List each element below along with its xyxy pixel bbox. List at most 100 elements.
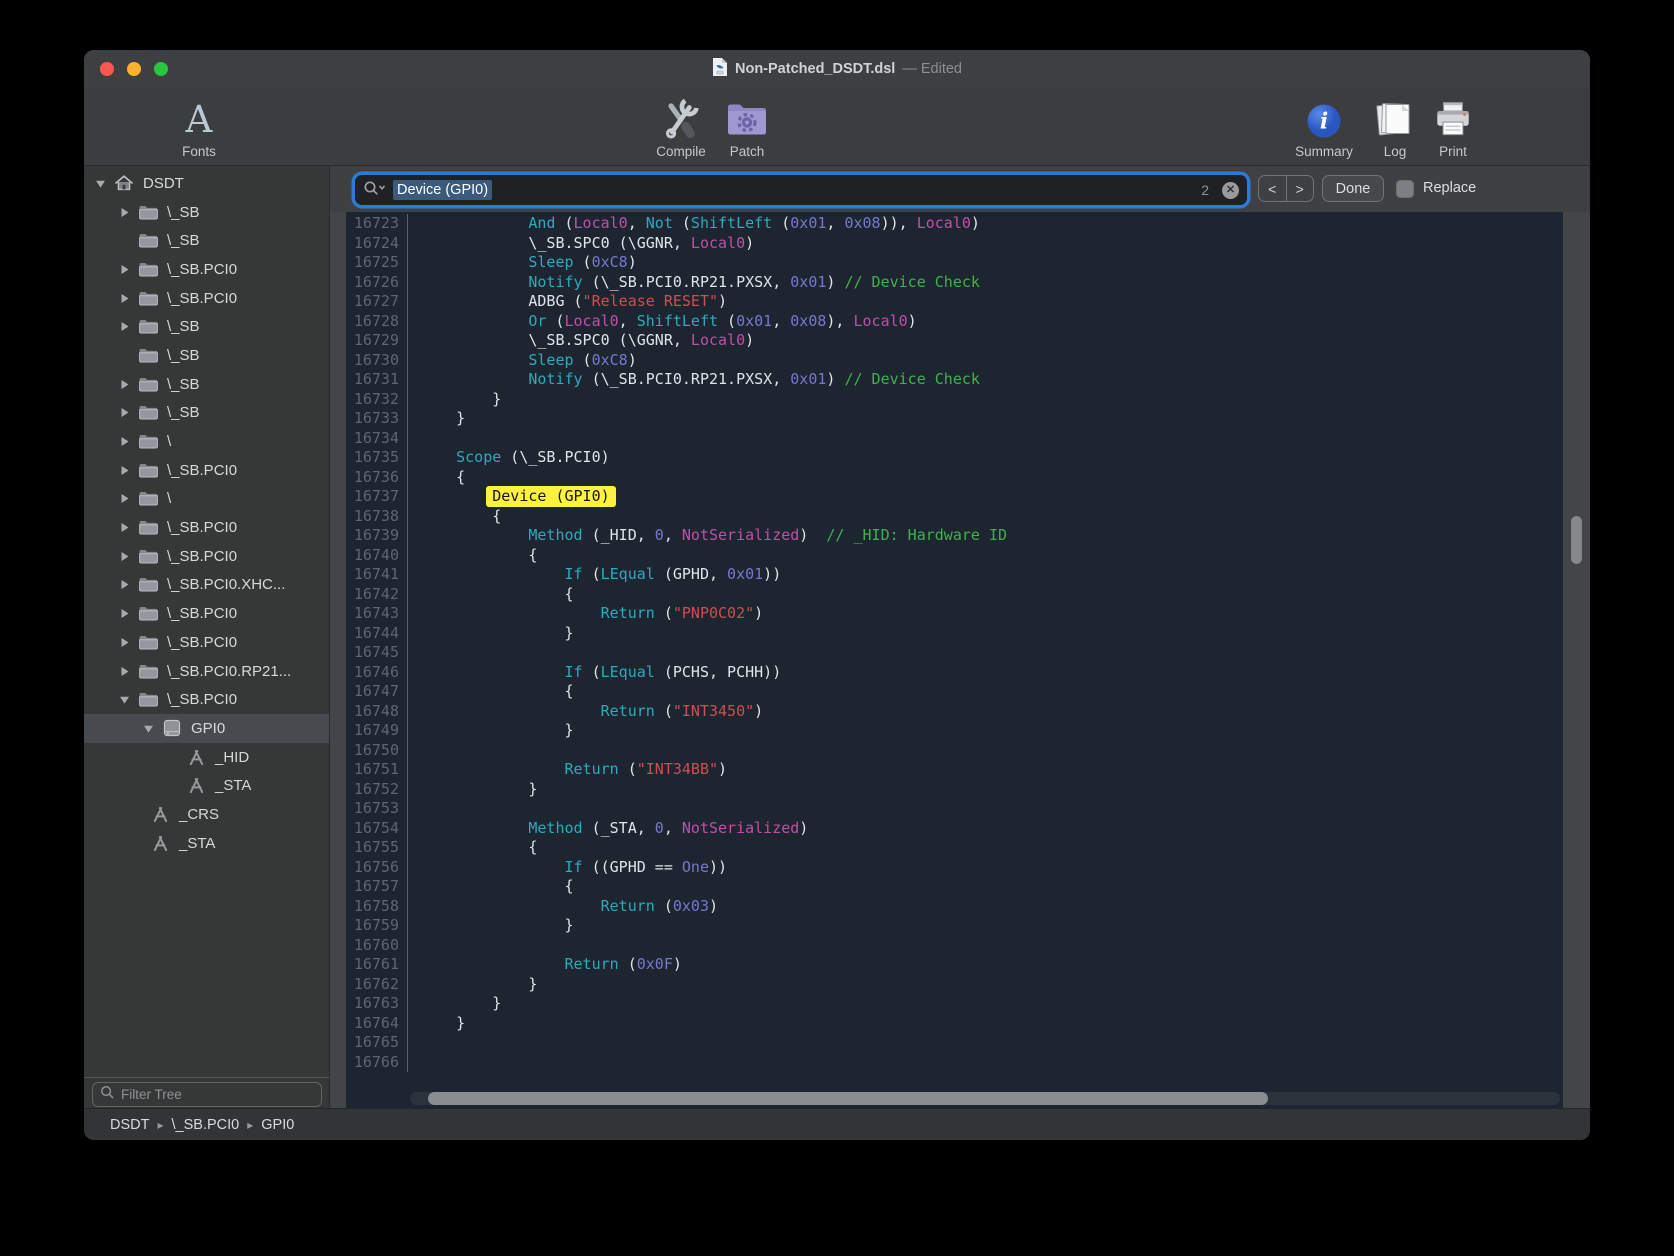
search-options-icon[interactable] <box>363 180 387 201</box>
replace-checkbox[interactable] <box>1396 180 1414 198</box>
tree-item-sb-pci0[interactable]: \_SB.PCI0 <box>84 542 329 571</box>
disclosure-triangle[interactable] <box>116 319 132 335</box>
tree-item-[interactable]: \ <box>84 427 329 456</box>
code-line-text: Scope (\_SB.PCI0) <box>408 448 1563 468</box>
tree-item-sb[interactable]: \_SB <box>84 341 329 370</box>
breadcrumb-item[interactable]: \_SB.PCI0 <box>172 1117 240 1133</box>
tree-item-crs[interactable]: _CRS <box>84 800 329 829</box>
disclosure-triangle[interactable] <box>116 606 132 622</box>
code-token: } <box>528 780 537 798</box>
tree-item-sb-pci0[interactable]: \_SB.PCI0 <box>84 685 329 714</box>
done-button[interactable]: Done <box>1322 175 1384 202</box>
tree-item-sb-pci0[interactable]: \_SB.PCI0 <box>84 513 329 542</box>
vertical-scrollbar-thumb[interactable] <box>1571 516 1582 564</box>
tree-item-sb-pci0[interactable]: \_SB.PCI0 <box>84 284 329 313</box>
find-next-button[interactable]: > <box>1287 176 1314 201</box>
tree-item-sb[interactable]: \_SB <box>84 198 329 227</box>
code-line: 16741If (LEqual (GPHD, 0x01)) <box>346 565 1563 585</box>
tree-item-sb[interactable]: \_SB <box>84 370 329 399</box>
find-previous-button[interactable]: < <box>1259 176 1287 201</box>
code-line-text: } <box>408 916 1563 936</box>
fonts-button[interactable]: A Fonts <box>162 92 236 159</box>
code-token: ) <box>745 234 754 252</box>
code-token: , <box>619 312 637 330</box>
tree-item-sta[interactable]: _STA <box>84 829 329 858</box>
code-line: 16744} <box>346 624 1563 644</box>
code-line: 16723And (Local0, Not (ShiftLeft (0x01, … <box>346 214 1563 234</box>
horizontal-scrollbar-thumb[interactable] <box>428 1092 1268 1105</box>
code-line: 16749} <box>346 721 1563 741</box>
tree-item-sta[interactable]: _STA <box>84 771 329 800</box>
disclosure-spacer <box>116 233 132 249</box>
tree-item-label: \_SB.PCI0 <box>167 462 237 479</box>
code-token: 0x01 <box>790 370 826 388</box>
tree-item-sb-pci0[interactable]: \_SB.PCI0 <box>84 599 329 628</box>
line-number: 16748 <box>346 702 408 722</box>
disclosure-triangle[interactable] <box>140 720 156 736</box>
breadcrumb-separator-icon: ▸ <box>149 1118 171 1132</box>
code-token: Method <box>528 819 582 837</box>
code-line-text: Return ("INT3450") <box>408 702 1563 722</box>
tree-item-sb[interactable]: \_SB <box>84 312 329 341</box>
line-number: 16765 <box>346 1033 408 1053</box>
disclosure-triangle[interactable] <box>116 634 132 650</box>
code-token: ( <box>655 897 673 915</box>
tree-item-dsdt[interactable]: DSDT <box>84 169 329 198</box>
disclosure-triangle[interactable] <box>116 462 132 478</box>
tree-item-[interactable]: \ <box>84 485 329 514</box>
code-token: ( <box>772 214 790 232</box>
disclosure-triangle[interactable] <box>116 548 132 564</box>
disclosure-triangle[interactable] <box>116 663 132 679</box>
line-number: 16760 <box>346 936 408 956</box>
code-line-text: { <box>408 585 1563 605</box>
tree-item-sb-pci0[interactable]: \_SB.PCI0 <box>84 255 329 284</box>
search-input[interactable]: Device (GPI0) 2 ✕ <box>355 175 1247 205</box>
tree-item-sb-pci0[interactable]: \_SB.PCI0 <box>84 456 329 485</box>
code-line: 16739Method (_HID, 0, NotSerialized) // … <box>346 526 1563 546</box>
filter-tree-input[interactable]: Filter Tree <box>92 1082 322 1107</box>
disclosure-triangle[interactable] <box>116 692 132 708</box>
code-line-text: } <box>408 1014 1563 1034</box>
disclosure-triangle[interactable] <box>116 405 132 421</box>
summary-icon: i <box>1304 92 1344 140</box>
code-token: ( <box>546 312 564 330</box>
disclosure-triangle[interactable] <box>116 577 132 593</box>
disclosure-triangle[interactable] <box>116 491 132 507</box>
code-line: 16756If ((GPHD == One)) <box>346 858 1563 878</box>
disclosure-spacer <box>128 806 144 822</box>
toolbar: A Fonts Compile <box>84 88 1590 166</box>
tree-item-sb-pci0-rp21[interactable]: \_SB.PCI0.RP21... <box>84 657 329 686</box>
disclosure-triangle[interactable] <box>92 175 108 191</box>
tree-item-gpi0[interactable]: GPI0 <box>84 714 329 743</box>
line-number: 16740 <box>346 546 408 566</box>
horizontal-scrollbar[interactable] <box>410 1092 1560 1105</box>
print-button[interactable]: Print <box>1416 92 1490 159</box>
tree-item-sb[interactable]: \_SB <box>84 226 329 255</box>
disclosure-triangle[interactable] <box>116 520 132 536</box>
breadcrumb-item[interactable]: GPI0 <box>261 1117 294 1133</box>
house-icon <box>113 174 135 192</box>
summary-button[interactable]: i Summary <box>1287 92 1361 159</box>
disclosure-triangle[interactable] <box>116 376 132 392</box>
code-token: ) <box>799 526 826 544</box>
breadcrumb-item[interactable]: DSDT <box>110 1117 149 1133</box>
find-highlight: Device (GPI0) <box>486 486 615 507</box>
code-token: Return <box>601 604 655 622</box>
patch-button[interactable]: Patch <box>710 92 784 159</box>
tree-item-sb[interactable]: \_SB <box>84 399 329 428</box>
disclosure-triangle[interactable] <box>116 434 132 450</box>
disclosure-triangle[interactable] <box>116 261 132 277</box>
disclosure-triangle[interactable] <box>116 204 132 220</box>
code-token: 0x0F <box>637 955 673 973</box>
code-token: "INT3450" <box>673 702 754 720</box>
clear-search-button[interactable]: ✕ <box>1222 182 1239 199</box>
code-editor[interactable]: 16723And (Local0, Not (ShiftLeft (0x01, … <box>346 212 1563 1108</box>
code-token: ) <box>718 760 727 778</box>
code-token: ) <box>709 897 718 915</box>
tree-item-sb-pci0[interactable]: \_SB.PCI0 <box>84 628 329 657</box>
compile-button[interactable]: Compile <box>644 92 718 159</box>
tree-item-sb-pci0-xhc[interactable]: \_SB.PCI0.XHC... <box>84 571 329 600</box>
code-token: Return <box>564 760 618 778</box>
disclosure-triangle[interactable] <box>116 290 132 306</box>
tree-item-hid[interactable]: _HID <box>84 743 329 772</box>
